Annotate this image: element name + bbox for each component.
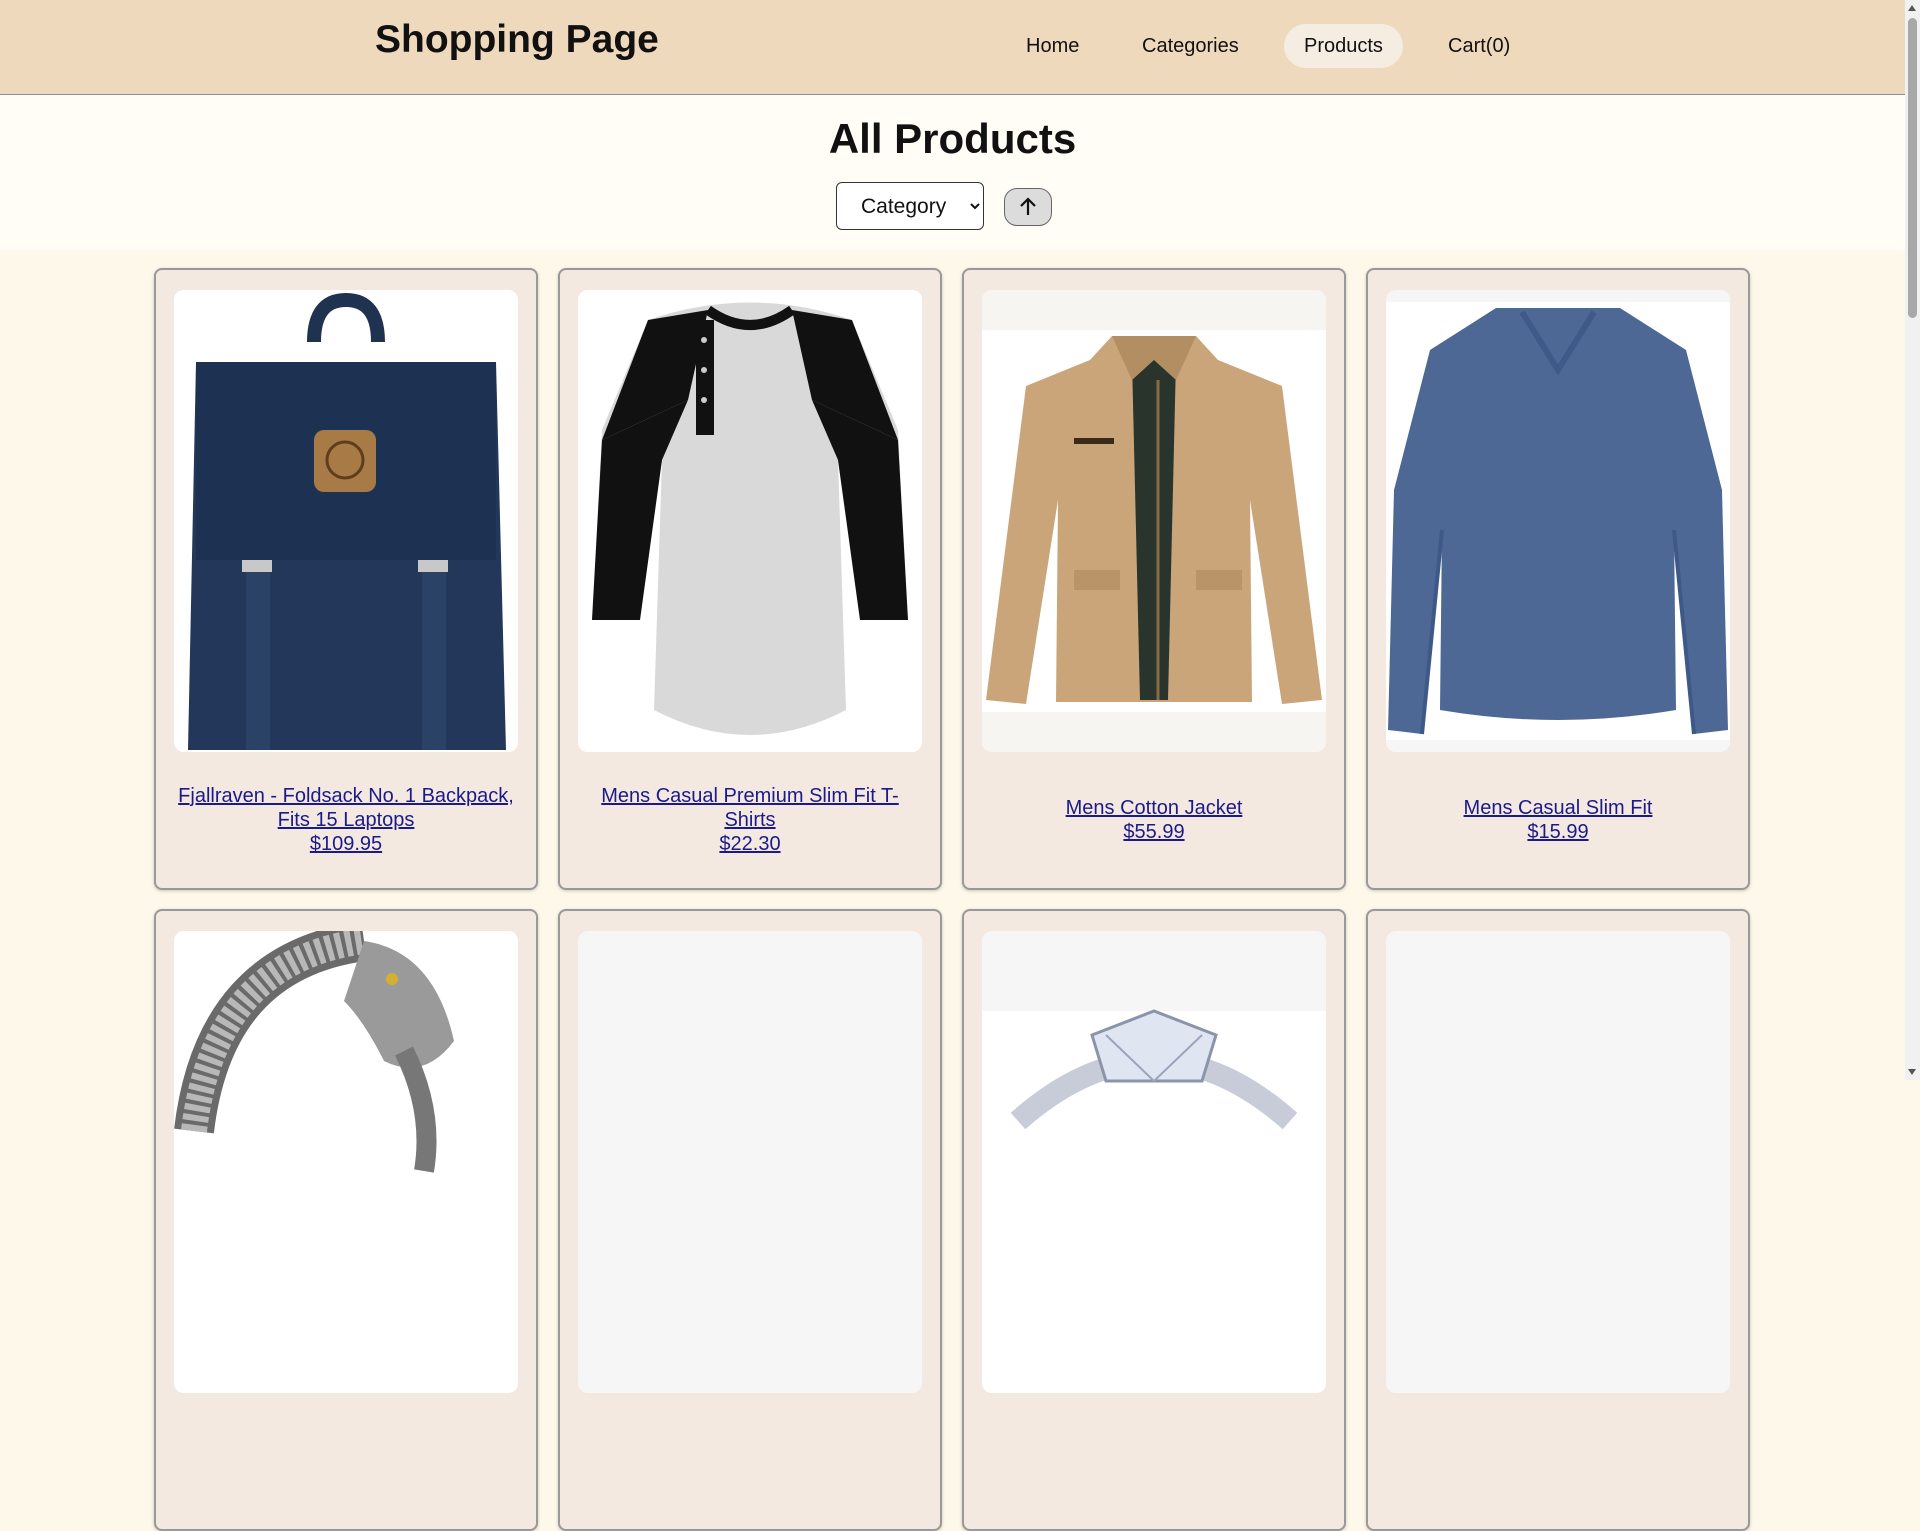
product-image-jacket[interactable] [982,290,1326,752]
product-card[interactable] [154,909,538,1531]
scroll-down-icon[interactable] [1908,1069,1916,1075]
product-image-shirt[interactable] [1386,290,1730,752]
diamond-ring-image [982,1009,1326,1393]
nav-home[interactable]: Home [1006,24,1099,68]
nav-products[interactable]: Products [1284,24,1403,68]
product-name-link[interactable]: Mens Casual Premium Slim Fit T-Shirts [601,785,898,831]
product-name-link[interactable]: Mens Casual Slim Fit [1464,797,1653,819]
product-image-backpack[interactable] [174,290,518,752]
products-toolbar: All Products Category [0,95,1905,250]
scroll-up-icon[interactable] [1908,5,1916,11]
product-info: Fjallraven - Foldsack No. 1 Backpack, Fi… [176,784,516,856]
product-price[interactable]: $55.99 [984,820,1324,844]
product-image-placeholder[interactable] [578,931,922,1393]
scroll-thumb[interactable] [1908,18,1917,318]
product-image-tshirt[interactable] [578,290,922,752]
nav-categories[interactable]: Categories [1122,24,1259,68]
raglan-tshirt-image [578,290,922,752]
backpack-image [174,290,518,752]
page-scrollbar[interactable] [1905,0,1920,1080]
category-select[interactable]: Category [836,182,984,230]
product-price[interactable]: $109.95 [176,832,516,856]
page-title: All Products [828,115,1077,162]
main-nav: Home Categories Products Cart(0) [0,24,1905,68]
product-name-link[interactable]: Mens Cotton Jacket [1066,797,1243,819]
product-card[interactable] [962,909,1346,1531]
jacket-image [982,330,1326,712]
long-sleeve-shirt-image [1386,302,1730,740]
sort-button[interactable] [1004,188,1052,226]
nav-cart[interactable]: Cart(0) [1428,24,1530,68]
product-card[interactable]: Fjallraven - Foldsack No. 1 Backpack, Fi… [154,268,538,890]
product-card[interactable] [558,909,942,1531]
product-price[interactable]: $15.99 [1388,820,1728,844]
dragon-bracelet-image [174,931,518,1393]
product-image-bracelet[interactable] [174,931,518,1393]
product-card[interactable]: Mens Cotton Jacket $55.99 [962,268,1346,890]
product-image-placeholder[interactable] [1386,931,1730,1393]
product-card[interactable]: Mens Casual Slim Fit $15.99 [1366,268,1750,890]
product-info: Mens Cotton Jacket $55.99 [984,796,1324,844]
product-name-link[interactable]: Fjallraven - Foldsack No. 1 Backpack, Fi… [178,785,514,831]
site-header: Shopping Page Home Categories Products C… [0,0,1905,95]
arrow-up-icon [1020,197,1036,215]
product-card[interactable] [1366,909,1750,1531]
product-info: Mens Casual Premium Slim Fit T-Shirts $2… [580,784,920,856]
product-card[interactable]: Mens Casual Premium Slim Fit T-Shirts $2… [558,268,942,890]
product-image-ring[interactable] [982,931,1326,1393]
product-price[interactable]: $22.30 [580,832,920,856]
product-info: Mens Casual Slim Fit $15.99 [1388,796,1728,844]
